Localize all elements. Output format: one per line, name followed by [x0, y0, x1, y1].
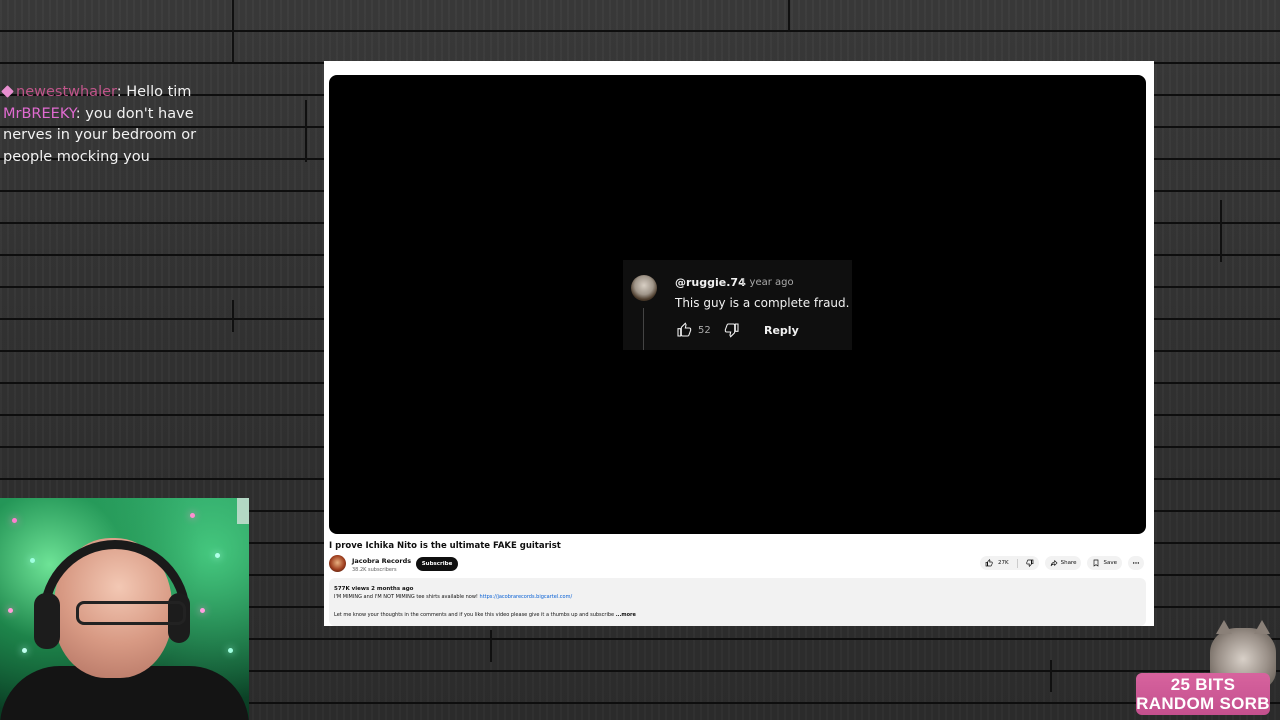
plank-seam — [1050, 660, 1052, 692]
chat-message: MrBREEKY: you don't have nerves in your … — [3, 104, 238, 169]
channel-name[interactable]: Jacobra Records — [352, 557, 411, 565]
thread-line — [643, 308, 644, 350]
video-actions: 27K Share Save — [980, 556, 1144, 570]
headphone-cup — [34, 593, 60, 649]
comment-like-count: 52 — [698, 325, 711, 336]
more-horizontal-icon — [1132, 562, 1140, 564]
share-icon — [1050, 559, 1058, 567]
browser-window: @ruggie.74 1 year ago This guy is a comp… — [324, 61, 1154, 626]
description-line: I'M MIMING and I'M NOT MIMING tee shirts… — [334, 594, 572, 600]
webcam-edge — [237, 498, 249, 524]
string-light — [228, 648, 233, 653]
string-light — [8, 608, 13, 613]
glasses — [76, 601, 186, 625]
like-count: 27K — [998, 560, 1009, 566]
plank-seam — [490, 630, 492, 662]
bits-action: RANDOM SORB — [1136, 694, 1270, 713]
chat-username: MrBREEKY — [3, 105, 76, 122]
comment-card: @ruggie.74 1 year ago This guy is a comp… — [623, 260, 852, 350]
description-text: I'M MIMING and I'M NOT MIMING tee shirts… — [334, 594, 480, 600]
like-dislike-group[interactable]: 27K — [980, 556, 1039, 570]
video-player[interactable]: @ruggie.74 1 year ago This guy is a comp… — [329, 75, 1146, 534]
comment-text: This guy is a complete fraud. — [675, 296, 850, 310]
save-label: Save — [1103, 560, 1117, 566]
chat-badge-icon — [1, 85, 14, 98]
description-line: Let me know your thoughts in the comment… — [334, 612, 636, 618]
show-more-button[interactable]: ...more — [616, 612, 636, 618]
comment-time: 1 year ago — [740, 277, 794, 288]
plank-seam — [788, 0, 790, 32]
subscriber-count: 38.2K subscribers — [352, 567, 397, 573]
view-count-date: 577K views 2 months ago — [334, 586, 414, 592]
bits-amount: 25 BITS — [1170, 675, 1236, 694]
chat-text: Hello tim — [121, 84, 192, 100]
more-actions-button[interactable] — [1128, 556, 1144, 570]
string-light — [215, 553, 220, 558]
plank-seam — [1220, 200, 1222, 262]
thumbs-up-icon[interactable] — [676, 322, 692, 338]
plank-seam — [305, 100, 307, 162]
subscribe-button[interactable]: Subscribe — [416, 557, 458, 571]
string-light — [30, 558, 35, 563]
string-light — [12, 518, 17, 523]
thumbs-up-icon[interactable] — [985, 559, 993, 567]
share-button[interactable]: Share — [1044, 556, 1082, 570]
divider — [1016, 558, 1018, 568]
thumbs-down-icon[interactable] — [1025, 559, 1034, 567]
video-description[interactable]: 577K views 2 months ago I'M MIMING and I… — [329, 578, 1146, 626]
comment-handle: @ruggie.74 — [675, 276, 746, 289]
thumbs-down-icon[interactable] — [724, 322, 740, 338]
chat-message: newestwhaler: Hello tim — [1, 82, 238, 104]
string-light — [22, 648, 27, 653]
video-title: I prove Ichika Nito is the ultimate FAKE… — [329, 541, 561, 551]
webcam-feed — [0, 498, 249, 720]
plank-seam — [232, 0, 234, 62]
commenter-avatar — [631, 275, 657, 301]
reply-button[interactable]: Reply — [764, 324, 799, 337]
string-light — [190, 513, 195, 518]
plank-seam — [232, 300, 234, 332]
merch-link[interactable]: https://jacobrarecords.bigcartel.com/ — [480, 594, 573, 600]
bits-alert: 25 BITS RANDOM SORB — [1136, 673, 1270, 715]
share-label: Share — [1060, 560, 1077, 566]
channel-avatar[interactable] — [329, 555, 346, 572]
save-button[interactable]: Save — [1087, 556, 1122, 570]
description-text: Let me know your thoughts in the comment… — [334, 612, 616, 618]
chat-username: newestwhaler — [16, 84, 117, 100]
save-icon — [1094, 559, 1099, 567]
string-light — [200, 608, 205, 613]
stream-chat: newestwhaler: Hello tim MrBREEKY: you do… — [1, 82, 238, 169]
